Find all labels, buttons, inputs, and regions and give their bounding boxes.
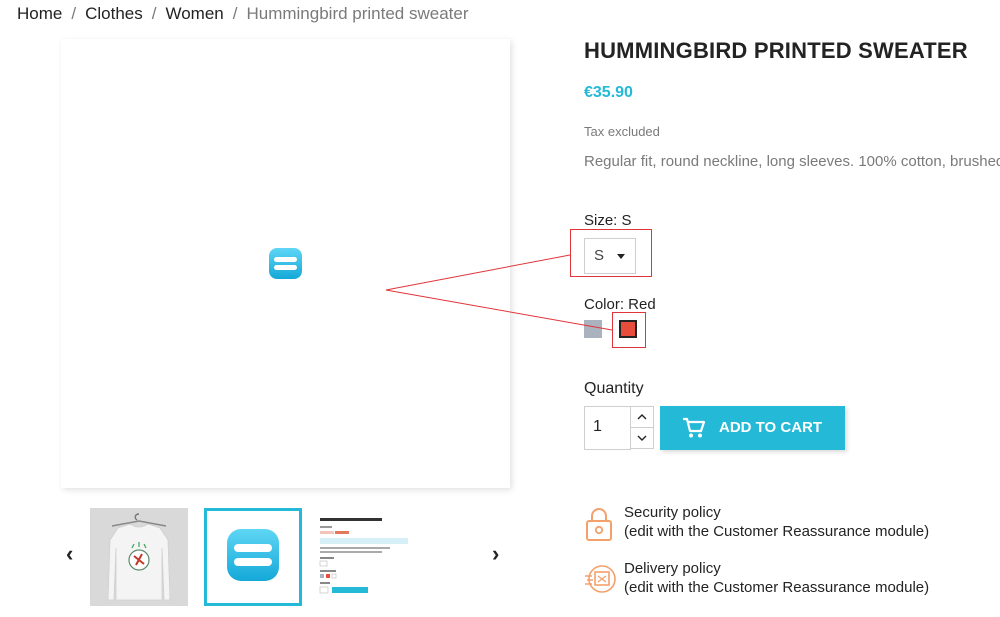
quantity-increase-button[interactable] xyxy=(630,406,654,428)
app-logo-thumbnail-icon xyxy=(227,529,279,581)
color-label: Color: Red xyxy=(584,296,656,313)
product-main-image[interactable] xyxy=(61,39,510,488)
quantity-label: Quantity xyxy=(584,380,644,397)
tax-label: Tax excluded xyxy=(584,124,660,139)
color-swatch-red[interactable] xyxy=(619,320,637,338)
reassurance-delivery: Delivery policy (edit with the Customer … xyxy=(584,559,1000,603)
product-price: €35.90 xyxy=(584,84,633,101)
reassurance-security-title: Security policy xyxy=(624,504,721,521)
reassurance-delivery-subtitle: (edit with the Customer Reassurance modu… xyxy=(624,579,930,596)
add-to-cart-label: ADD TO CART xyxy=(719,419,823,436)
size-select-value: S xyxy=(594,247,605,264)
reassurance-delivery-title: Delivery policy xyxy=(624,560,721,577)
carousel-next-button[interactable]: › xyxy=(492,543,499,565)
page-screenshot-image xyxy=(316,508,414,606)
breadcrumb-separator: / xyxy=(151,4,157,23)
carousel-prev-button[interactable]: ‹ xyxy=(66,543,73,565)
breadcrumb-current: Hummingbird printed sweater xyxy=(246,4,469,23)
delivery-truck-icon xyxy=(585,565,616,593)
thumbnail-page-screenshot[interactable] xyxy=(316,508,414,606)
lock-icon xyxy=(586,508,612,541)
sweater-photo-image xyxy=(90,508,188,606)
size-select[interactable]: S xyxy=(584,238,636,274)
thumbnail-carousel: ‹ › xyxy=(60,505,530,609)
breadcrumb-home[interactable]: Home xyxy=(17,4,62,23)
add-to-cart-button[interactable]: ADD TO CART xyxy=(660,406,845,450)
product-description: Regular fit, round neckline, long sleeve… xyxy=(584,153,1000,170)
thumbnail-sweater-photo[interactable] xyxy=(90,508,188,606)
product-title: HUMMINGBIRD PRINTED SWEATER xyxy=(584,38,968,63)
quantity-decrease-button[interactable] xyxy=(630,427,654,449)
reassurance-security-subtitle: (edit with the Customer Reassurance modu… xyxy=(624,523,930,540)
breadcrumb-separator: / xyxy=(232,4,238,23)
chevron-down-icon xyxy=(637,435,647,441)
caret-down-icon xyxy=(617,254,625,259)
color-swatch-grey[interactable] xyxy=(584,320,602,338)
breadcrumb-clothes[interactable]: Clothes xyxy=(85,4,143,23)
reassurance-security: Security policy (edit with the Customer … xyxy=(584,503,1000,547)
breadcrumb-separator: / xyxy=(71,4,77,23)
breadcrumb: Home / Clothes / Women / Hummingbird printed s… xyxy=(17,4,469,24)
quantity-input[interactable]: 1 xyxy=(584,406,631,450)
shopping-cart-icon xyxy=(683,417,706,438)
chevron-up-icon xyxy=(637,414,647,420)
thumbnail-logo-selected[interactable] xyxy=(204,508,302,606)
breadcrumb-women[interactable]: Women xyxy=(165,4,223,23)
size-label: Size: S xyxy=(584,212,632,229)
app-logo-icon xyxy=(269,248,302,279)
